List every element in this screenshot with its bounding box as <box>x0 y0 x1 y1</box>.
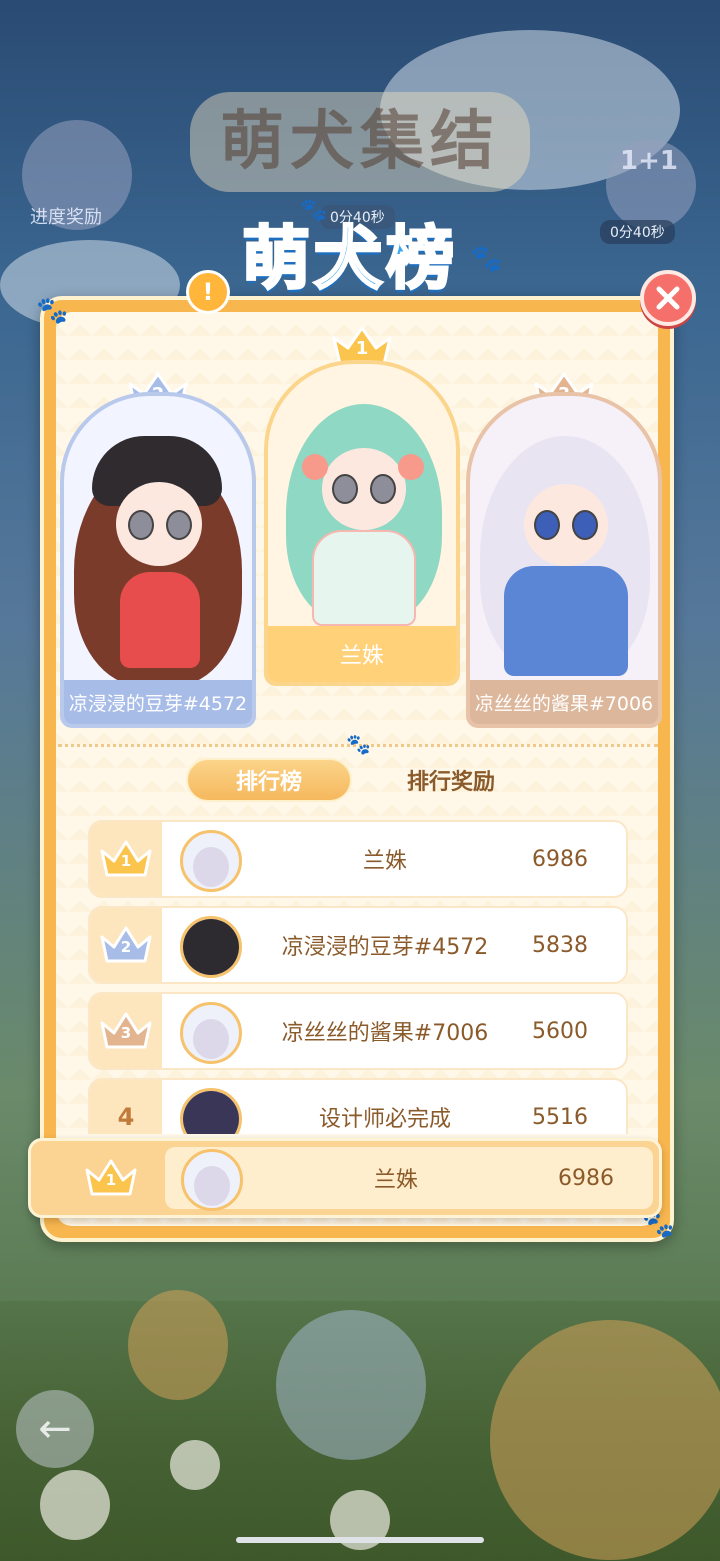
paw-icon: 🐾 <box>470 244 503 274</box>
my-rank-row[interactable]: 1 兰姝 6986 <box>28 1138 662 1218</box>
gold-crown-icon: 1 <box>84 1158 138 1198</box>
paw-icon: 🐾 <box>300 198 328 223</box>
close-icon <box>656 286 680 310</box>
bonus-timer: 0分40秒 <box>600 220 675 244</box>
tab-rank-rewards[interactable]: 排行奖励 <box>376 758 526 802</box>
event-title: 萌犬集结 <box>190 92 530 192</box>
avatar-portrait <box>470 396 658 724</box>
flower <box>170 1440 220 1490</box>
puppy-large <box>490 1320 720 1560</box>
exclamation-badge-icon: ! <box>186 270 230 314</box>
tab-leaderboard[interactable]: 排行榜 <box>186 758 352 802</box>
home-indicator[interactable] <box>236 1537 484 1543</box>
avatar <box>181 1149 243 1211</box>
center-round-button[interactable] <box>276 1310 426 1460</box>
avatar-portrait <box>64 396 252 724</box>
podium-card-rank-3[interactable]: 凉丝丝的酱果#7006 <box>466 392 662 728</box>
bonus-badge: 1+1 <box>620 146 678 176</box>
podium-name: 凉浸浸的豆芽#4572 <box>64 680 252 724</box>
player-score: 6986 <box>558 1165 614 1191</box>
modal-title: 萌犬榜 <box>240 219 458 301</box>
close-button[interactable] <box>640 270 696 326</box>
podium-card-rank-1[interactable]: 兰姝 <box>264 360 460 686</box>
podium-card-rank-2[interactable]: 凉浸浸的豆芽#4572 <box>60 392 256 728</box>
flower <box>40 1470 110 1540</box>
modal-title-banner: 萌犬榜 <box>200 210 500 310</box>
progress-reward-label: 进度奖励 <box>30 207 102 228</box>
paw-icon: 🐾 <box>346 732 371 756</box>
puppy-small <box>128 1290 228 1400</box>
back-arrow-icon[interactable]: ← <box>16 1390 94 1468</box>
podium-name: 凉丝丝的酱果#7006 <box>470 680 658 724</box>
podium-name: 兰姝 <box>268 626 456 682</box>
player-name: 兰姝 <box>373 1168 418 1193</box>
paw-icon: 🐾 <box>36 296 69 326</box>
rank-cell: 1 <box>61 1141 161 1215</box>
